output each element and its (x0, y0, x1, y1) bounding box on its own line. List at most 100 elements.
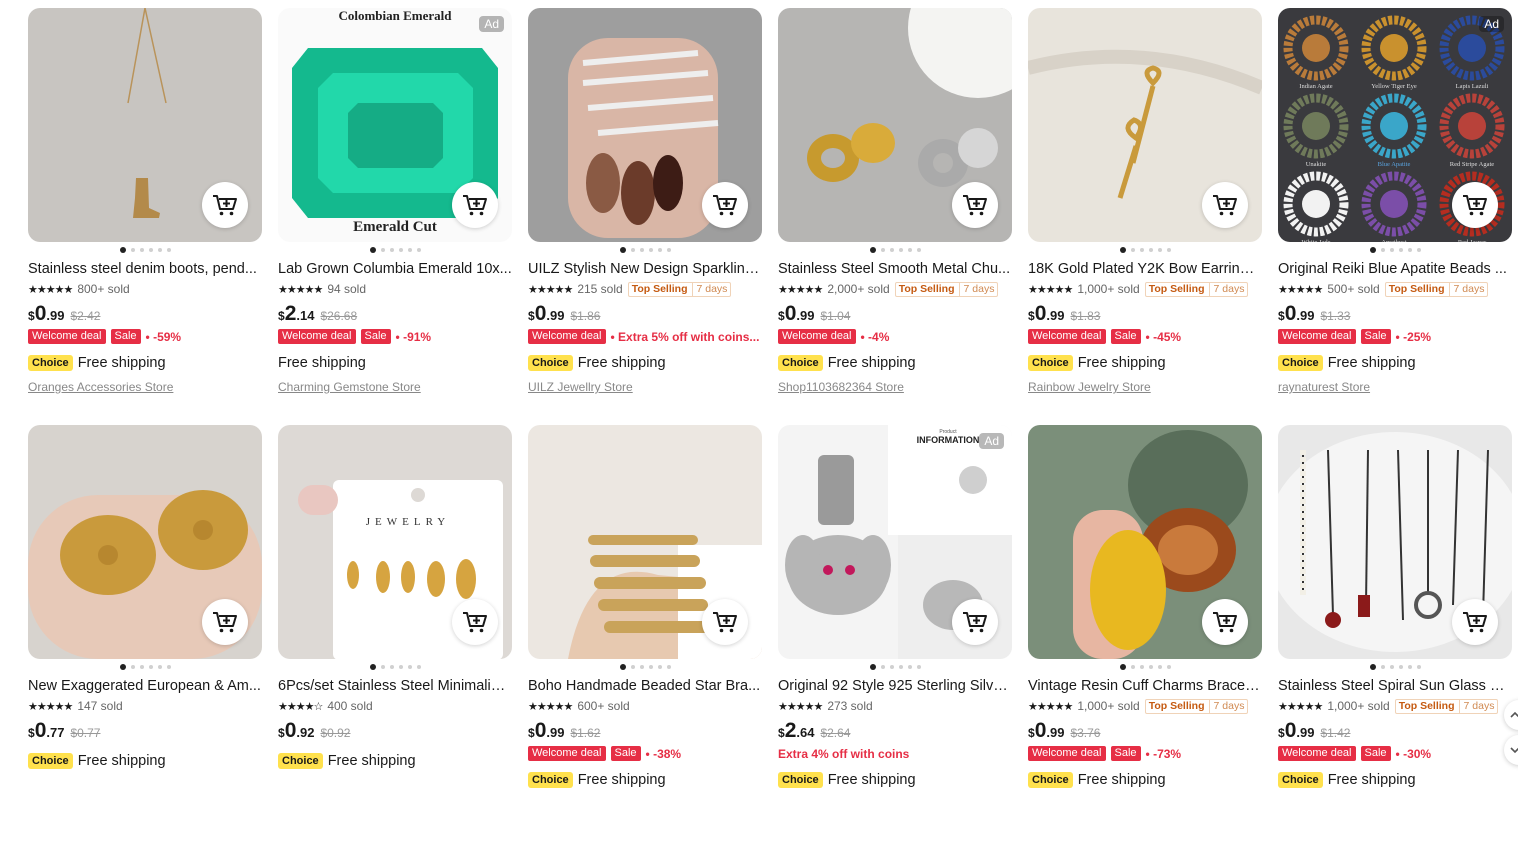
carousel-dot[interactable] (119, 247, 126, 253)
carousel-dot[interactable] (1148, 665, 1153, 669)
store-link[interactable]: raynaturest Store (1278, 380, 1512, 395)
carousel-dot[interactable] (898, 248, 903, 252)
carousel-dot[interactable] (1380, 248, 1385, 252)
add-to-cart-button[interactable] (202, 599, 248, 645)
carousel-dot[interactable] (1398, 665, 1403, 669)
add-to-cart-button[interactable] (202, 182, 248, 228)
carousel-dot[interactable] (1148, 248, 1153, 252)
carousel-dot[interactable] (1416, 665, 1421, 669)
carousel-dot[interactable] (889, 665, 894, 669)
add-to-cart-button[interactable] (1452, 599, 1498, 645)
carousel-dot[interactable] (1130, 665, 1135, 669)
add-to-cart-button[interactable] (452, 182, 498, 228)
product-card[interactable]: Stainless Steel Smooth Metal Chu... ★★★★… (778, 8, 1012, 425)
carousel-dot[interactable] (648, 665, 653, 669)
product-card[interactable]: 18K Gold Plated Y2K Bow Earrings ... ★★★… (1028, 8, 1262, 425)
add-to-cart-button[interactable] (952, 599, 998, 645)
product-title[interactable]: Stainless steel denim boots, pend... (28, 260, 262, 278)
carousel-dot[interactable] (619, 247, 626, 253)
product-image[interactable]: Colombian Emerald Emerald Cut Ad (278, 8, 512, 242)
product-title[interactable]: 6Pcs/set Stainless Steel Minimalist... (278, 677, 512, 695)
carousel-dot[interactable] (380, 248, 385, 252)
product-card[interactable]: Colombian Emerald Emerald Cut Ad Lab Grow… (278, 8, 512, 425)
add-to-cart-button[interactable] (1452, 182, 1498, 228)
add-to-cart-button[interactable] (1202, 182, 1248, 228)
product-card[interactable]: New Exaggerated European & Am... ★★★★★ 1… (28, 425, 262, 842)
carousel-dot[interactable] (1119, 247, 1126, 253)
product-title[interactable]: UILZ Stylish New Design Sparkling ... (528, 260, 762, 278)
carousel-dot[interactable] (389, 665, 394, 669)
carousel-dot[interactable] (1407, 248, 1412, 252)
carousel-dot[interactable] (130, 665, 135, 669)
product-title[interactable]: Stainless Steel Spiral Sun Glass Cr... (1278, 677, 1512, 695)
carousel-dot[interactable] (648, 248, 653, 252)
product-title[interactable]: Vintage Resin Cuff Charms Bracele... (1028, 677, 1262, 695)
product-title[interactable]: 18K Gold Plated Y2K Bow Earrings ... (1028, 260, 1262, 278)
carousel-dot[interactable] (889, 248, 894, 252)
store-link[interactable]: Charming Gemstone Store (278, 380, 512, 395)
carousel-dot[interactable] (880, 248, 885, 252)
carousel-dot[interactable] (1139, 665, 1144, 669)
carousel-dot[interactable] (639, 248, 644, 252)
store-link[interactable]: Oranges Accessories Store (28, 380, 262, 395)
carousel-dot[interactable] (369, 247, 376, 253)
carousel-dot[interactable] (1380, 665, 1385, 669)
carousel-dot[interactable] (898, 665, 903, 669)
carousel-dot[interactable] (657, 248, 662, 252)
carousel-dot[interactable] (389, 248, 394, 252)
carousel-dot[interactable] (1139, 248, 1144, 252)
carousel-dot[interactable] (1157, 665, 1162, 669)
store-link[interactable]: Rainbow Jewelry Store (1028, 380, 1262, 395)
carousel-dot[interactable] (1369, 247, 1376, 253)
carousel-dot[interactable] (1398, 248, 1403, 252)
product-image[interactable] (778, 8, 1012, 242)
carousel-dot[interactable] (630, 248, 635, 252)
product-image[interactable] (1278, 425, 1512, 659)
product-image[interactable] (528, 425, 762, 659)
carousel-dot[interactable] (619, 664, 626, 670)
product-image[interactable]: Indian Agate Yellow Tiger Eye Lapis Lazuli… (1278, 8, 1512, 242)
carousel-dot[interactable] (630, 665, 635, 669)
add-to-cart-button[interactable] (1202, 599, 1248, 645)
carousel-dot[interactable] (916, 248, 921, 252)
product-card[interactable]: Stainless steel denim boots, pend... ★★★… (28, 8, 262, 425)
product-card[interactable]: Indian Agate Yellow Tiger Eye Lapis Lazuli… (1278, 8, 1512, 425)
carousel-dot[interactable] (907, 248, 912, 252)
product-card[interactable]: UILZ Stylish New Design Sparkling ... ★★… (528, 8, 762, 425)
carousel-dot[interactable] (416, 248, 421, 252)
carousel-dot[interactable] (407, 248, 412, 252)
carousel-dot[interactable] (1166, 665, 1171, 669)
store-link[interactable]: Shop1103682364 Store (778, 380, 1012, 395)
product-title[interactable]: New Exaggerated European & Am... (28, 677, 262, 695)
product-card[interactable]: JEWELRY 6Pcs/set Stainless Steel Minimal… (278, 425, 512, 842)
carousel-dot[interactable] (369, 664, 376, 670)
product-title[interactable]: Original 92 Style 925 Sterling Silve... (778, 677, 1012, 695)
product-title[interactable]: Boho Handmade Beaded Star Bra... (528, 677, 762, 695)
carousel-dot[interactable] (639, 665, 644, 669)
carousel-dot[interactable] (666, 665, 671, 669)
carousel-dot[interactable] (139, 665, 144, 669)
carousel-dot[interactable] (1166, 248, 1171, 252)
carousel-dot[interactable] (869, 664, 876, 670)
product-image[interactable]: JEWELRY (278, 425, 512, 659)
product-card[interactable]: Vintage Resin Cuff Charms Bracele... ★★★… (1028, 425, 1262, 842)
product-image[interactable] (28, 425, 262, 659)
carousel-dot[interactable] (666, 248, 671, 252)
product-image[interactable] (1028, 425, 1262, 659)
carousel-dot[interactable] (139, 248, 144, 252)
carousel-dot[interactable] (416, 665, 421, 669)
product-title[interactable]: Original Reiki Blue Apatite Beads ... (1278, 260, 1512, 278)
carousel-dot[interactable] (148, 665, 153, 669)
carousel-dot[interactable] (657, 665, 662, 669)
add-to-cart-button[interactable] (452, 599, 498, 645)
product-image[interactable]: INFORMATION Product Ad (778, 425, 1012, 659)
carousel-dot[interactable] (1119, 664, 1126, 670)
add-to-cart-button[interactable] (702, 599, 748, 645)
carousel-dot[interactable] (166, 248, 171, 252)
carousel-dot[interactable] (130, 248, 135, 252)
product-image[interactable] (1028, 8, 1262, 242)
carousel-dot[interactable] (1369, 664, 1376, 670)
carousel-dot[interactable] (1416, 248, 1421, 252)
carousel-dot[interactable] (1157, 248, 1162, 252)
product-title[interactable]: Stainless Steel Smooth Metal Chu... (778, 260, 1012, 278)
